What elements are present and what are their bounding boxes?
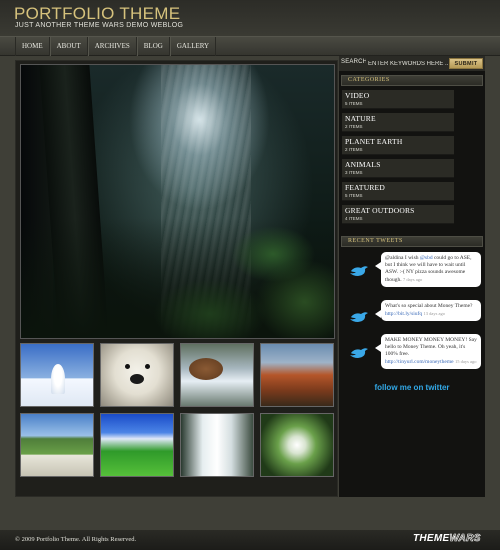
featured-image[interactable] — [20, 64, 335, 339]
thumb-green-field[interactable] — [100, 413, 174, 477]
jungle-plants — [21, 218, 334, 338]
category-video[interactable]: VIDEO 5 ITEMS — [342, 90, 454, 109]
sidebar: SEARCH SUBMIT CATEGORIES VIDEO 5 ITEMS N… — [339, 56, 485, 497]
category-count: 4 ITEMS — [345, 216, 363, 221]
category-name: VIDEO — [345, 91, 370, 100]
footer: © 2009 Portfolio Theme. All Rights Reser… — [0, 530, 500, 550]
search-label: SEARCH — [341, 59, 368, 65]
nav-home[interactable]: HOME — [15, 37, 50, 56]
tweet-time: 13 days ago — [423, 311, 446, 316]
tweet-text-pre: @aldina I wish — [385, 255, 420, 261]
twitter-bird-icon — [350, 312, 368, 322]
main-nav: HOME ABOUT ARCHIVES BLOG GALLERY — [0, 36, 500, 56]
twitter-bird-icon — [350, 266, 368, 276]
category-featured[interactable]: FEATURED 5 ITEMS — [342, 182, 454, 201]
tweet-link[interactable]: http://bit.ly/siufq — [385, 311, 422, 317]
tweet-bubble: @aldina I wish @sbd could go to ASE, but… — [375, 252, 481, 287]
category-great-outdoors[interactable]: GREAT OUTDOORS 4 ITEMS — [342, 205, 454, 224]
thumbnail-grid — [20, 343, 340, 477]
site-title[interactable]: PORTFOLIO THEME — [14, 4, 180, 24]
thumb-polar-bear[interactable] — [100, 343, 174, 407]
categories-heading: CATEGORIES — [341, 75, 483, 86]
thumb-waterfall[interactable] — [180, 413, 254, 477]
twitter-bird-icon — [350, 348, 368, 358]
tweet-link[interactable]: http://tinyurl.com/moneytheme — [385, 359, 454, 365]
tweet-time: 7 days ago — [403, 277, 423, 282]
thumb-dandelion[interactable] — [260, 413, 334, 477]
search-bar: SEARCH SUBMIT — [339, 56, 485, 71]
tweet-time: 15 days ago — [454, 359, 477, 364]
theme-wars-logo[interactable]: THEMEWARS — [413, 533, 481, 545]
category-name: NATURE — [345, 114, 376, 123]
category-count: 5 ITEMS — [345, 101, 363, 106]
category-name: FEATURED — [345, 183, 385, 192]
category-count: 3 ITEMS — [345, 170, 363, 175]
tweet-text-pre: MAKE MONEY MONEY MONEY! Say hello to Mon… — [385, 337, 477, 357]
brand-part-a: THEME — [413, 533, 450, 544]
tweet-bubble: MAKE MONEY MONEY MONEY! Say hello to Mon… — [375, 334, 481, 369]
nav-blog[interactable]: BLOG — [136, 37, 170, 56]
category-list: VIDEO 5 ITEMS NATURE 2 ITEMS PLANET EART… — [342, 90, 455, 228]
tweet-mention[interactable]: @sbd — [420, 255, 433, 261]
copyright: © 2009 Portfolio Theme. All Rights Reser… — [15, 536, 137, 543]
category-name: GREAT OUTDOORS — [345, 206, 415, 215]
category-name: ANIMALS — [345, 160, 381, 169]
follow-twitter-link[interactable]: follow me on twitter — [339, 383, 485, 392]
header: PORTFOLIO THEME JUST ANOTHER THEME WARS … — [0, 0, 500, 36]
category-name: PLANET EARTH — [345, 137, 403, 146]
site-tagline: JUST ANOTHER THEME WARS DEMO WEBLOG — [15, 22, 184, 29]
search-input[interactable] — [366, 58, 448, 69]
category-animals[interactable]: ANIMALS 3 ITEMS — [342, 159, 454, 178]
nav-about[interactable]: ABOUT — [49, 37, 88, 56]
category-planet-earth[interactable]: PLANET EARTH 2 ITEMS — [342, 136, 454, 155]
thumb-white-cliffs[interactable] — [20, 413, 94, 477]
submit-button[interactable]: SUBMIT — [449, 58, 483, 69]
thumb-winter-landscape[interactable] — [20, 343, 94, 407]
category-count: 2 ITEMS — [345, 147, 363, 152]
tweet-bubble: What's so special about Money Theme? htt… — [375, 300, 481, 321]
main-content — [15, 60, 338, 497]
category-nature[interactable]: NATURE 2 ITEMS — [342, 113, 454, 132]
thumb-autumn-valley[interactable] — [260, 343, 334, 407]
recent-tweets-heading: RECENT TWEETS — [341, 236, 483, 247]
nav-gallery[interactable]: GALLERY — [169, 37, 217, 56]
category-count: 5 ITEMS — [345, 193, 363, 198]
thumb-bear-waterfall[interactable] — [180, 343, 254, 407]
brand-part-b: WARS — [449, 533, 481, 545]
nav-archives[interactable]: ARCHIVES — [87, 37, 137, 56]
tweet-text-pre: What's so special about Money Theme? — [385, 303, 473, 309]
category-count: 2 ITEMS — [345, 124, 363, 129]
